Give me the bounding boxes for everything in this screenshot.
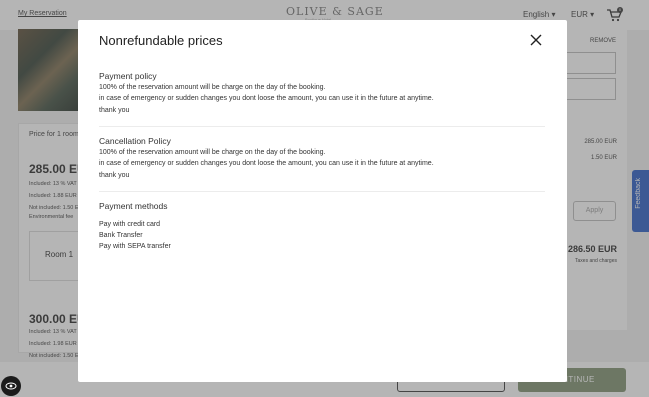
payment-method-item: Pay with SEPA transfer — [99, 243, 171, 250]
payment-policy-heading: Payment policy — [99, 71, 157, 81]
accessibility-button[interactable] — [1, 376, 21, 396]
payment-method-item: Bank Transfer — [99, 232, 143, 239]
section-divider — [99, 191, 545, 192]
section-divider — [99, 126, 545, 127]
modal-title: Nonrefundable prices — [99, 33, 223, 48]
nonrefundable-prices-modal: Nonrefundable prices Payment policy 100%… — [78, 20, 567, 382]
payment-policy-line: 100% of the reservation amount will be c… — [99, 84, 326, 91]
close-icon[interactable] — [529, 33, 543, 47]
eye-icon — [5, 382, 17, 390]
payment-method-item: Pay with credit card — [99, 221, 161, 228]
cancellation-policy-line: in case of emergency or sudden changes y… — [99, 160, 434, 167]
cancellation-policy-line: thank you — [99, 172, 130, 179]
payment-methods-heading: Payment methods — [99, 201, 168, 211]
cancellation-policy-line: 100% of the reservation amount will be c… — [99, 149, 326, 156]
payment-policy-line: in case of emergency or sudden changes y… — [99, 95, 434, 102]
cancellation-policy-heading: Cancellation Policy — [99, 136, 171, 146]
payment-policy-line: thank you — [99, 107, 130, 114]
